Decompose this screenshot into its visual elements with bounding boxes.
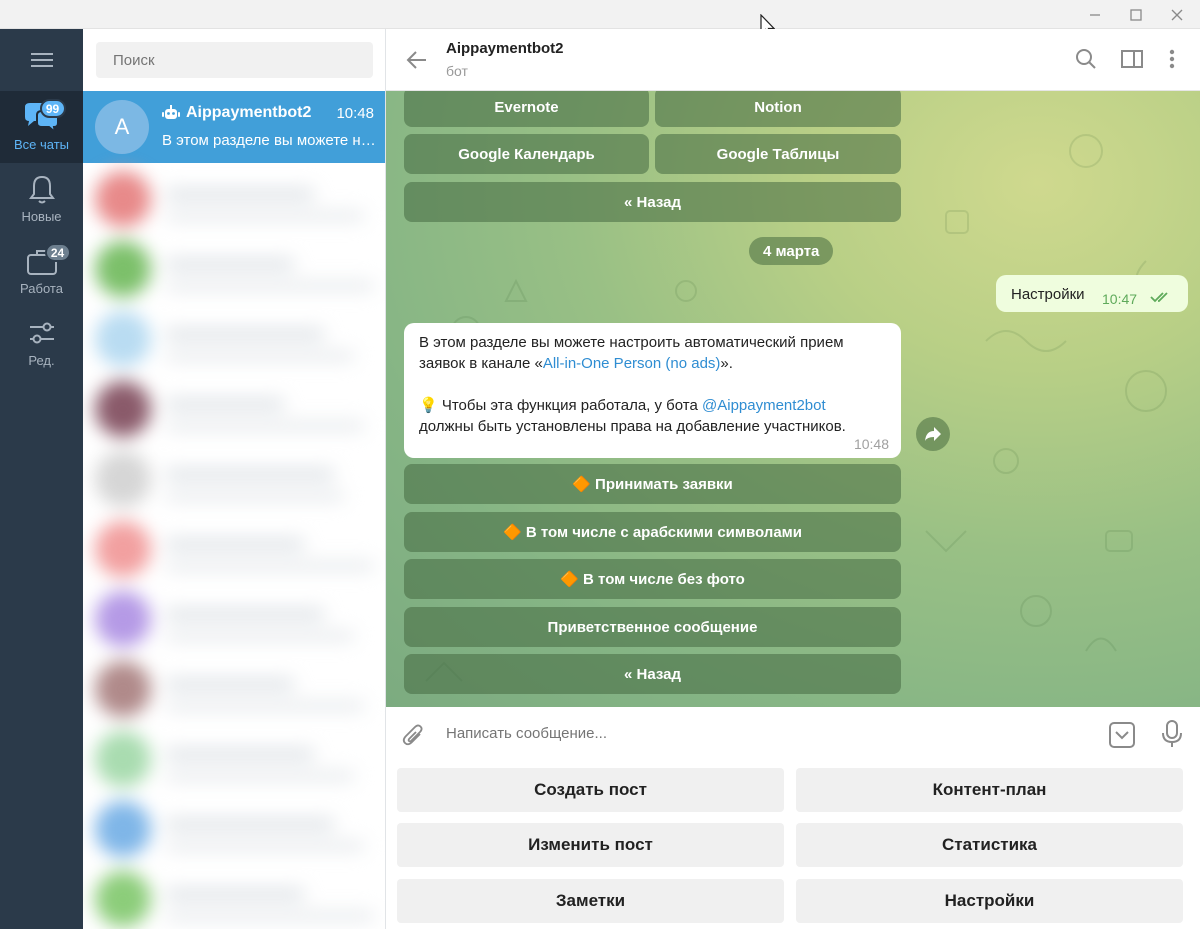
microphone-icon[interactable] [1161,719,1183,749]
folder-label: Работа [20,281,63,296]
chat-time: 10:48 [336,105,374,122]
forward-arrow-icon [925,427,941,441]
close-button[interactable] [1156,0,1198,29]
folder-label: Ред. [28,353,55,368]
settings-button[interactable]: Настройки [796,879,1183,923]
folder-work[interactable]: 24 Работа [0,235,83,307]
folder-label: Новые [21,209,62,224]
more-vertical-icon[interactable] [1166,47,1178,71]
folder-all-chats[interactable]: 99 Все чаты [0,91,83,163]
bot-icon [162,105,180,119]
message-text: Настройки [1011,286,1085,303]
inline-button-notion[interactable]: Notion [655,91,901,127]
inline-button-accept-requests[interactable]: 🔶 Принимать заявки [404,464,901,504]
message-time: 10:48 [853,436,889,452]
message-text: В этом разделе вы можете настроить автом… [419,334,846,435]
incoming-message[interactable]: В этом разделе вы можете настроить автом… [404,323,901,458]
content-plan-button[interactable]: Контент-план [796,768,1183,812]
chat-header: Aippaymentbot2 бот [386,29,1200,91]
create-post-button[interactable]: Создать пост [397,768,784,812]
message-composer [386,707,1200,762]
bot-mention-link[interactable]: @Aippayment2bot [702,397,826,414]
message-input[interactable] [446,725,1086,742]
notes-button[interactable]: Заметки [397,879,784,923]
inline-button-arabic-symbols[interactable]: 🔶 В том числе с арабскими символами [404,512,901,552]
sliders-icon [27,317,57,351]
chat-title[interactable]: Aippaymentbot2 [446,40,564,57]
double-check-icon [1150,292,1168,303]
folder-sidebar: 99 Все чаты Новые 24 Работа Ред. [0,29,83,929]
inline-button-google-sheets[interactable]: Google Таблицы [655,134,901,174]
chat-preview: В этом разделе вы можете настроить автом… [162,132,376,149]
search-input[interactable] [96,42,373,78]
folder-label: Все чаты [13,137,70,152]
maximize-button[interactable] [1115,0,1157,29]
message-time: 10:47 [1102,291,1138,307]
unread-badge: 99 [39,99,66,118]
channel-link[interactable]: All-in-One Person (no ads) [543,355,721,372]
statistics-button[interactable]: Статистика [796,823,1183,867]
back-arrow-icon[interactable] [405,48,429,72]
chat-subtitle: бот [446,63,468,79]
inline-button-back[interactable]: « Назад [404,182,901,222]
avatar: A [95,100,149,154]
attach-icon[interactable] [402,723,426,749]
chats-icon: 99 [22,99,66,135]
blurred-chat-list [95,167,379,929]
briefcase-icon: 24 [25,243,71,279]
sidebar-toggle-icon[interactable] [1121,47,1143,71]
window-titlebar [0,0,1200,29]
search-icon[interactable] [1075,47,1097,71]
reply-keyboard: Создать пост Контент-план Изменить пост … [386,762,1200,929]
chat-list-item-active[interactable]: A Aippaymentbot2 10:48 В этом разделе вы… [83,91,385,163]
folder-edit[interactable]: Ред. [0,307,83,379]
inline-button-google-calendar[interactable]: Google Календарь [404,134,649,174]
inline-button-evernote[interactable]: Evernote [404,91,649,127]
chat-name-text: Aippaymentbot2 [186,104,312,121]
folder-new[interactable]: Новые [0,163,83,235]
hamburger-icon [30,53,53,67]
message-area[interactable]: Evernote Notion Google Календарь Google … [386,91,1200,707]
inline-button-no-photo[interactable]: 🔶 В том числе без фото [404,559,901,599]
minimize-button[interactable] [1074,0,1116,29]
bell-icon [27,173,57,207]
chat-list-panel: A Aippaymentbot2 10:48 В этом разделе вы… [83,29,386,929]
forward-button[interactable] [916,417,950,451]
menu-button[interactable] [0,29,83,91]
unread-badge: 24 [44,243,71,262]
outgoing-message[interactable]: Настройки 10:47 [996,275,1188,312]
inline-button-welcome-message[interactable]: Приветственное сообщение [404,607,901,647]
inline-button-back[interactable]: « Назад [404,654,901,694]
date-separator: 4 марта [749,237,834,265]
chat-name: Aippaymentbot2 [162,104,311,122]
edit-post-button[interactable]: Изменить пост [397,823,784,867]
bot-keyboard-icon[interactable] [1108,721,1136,749]
